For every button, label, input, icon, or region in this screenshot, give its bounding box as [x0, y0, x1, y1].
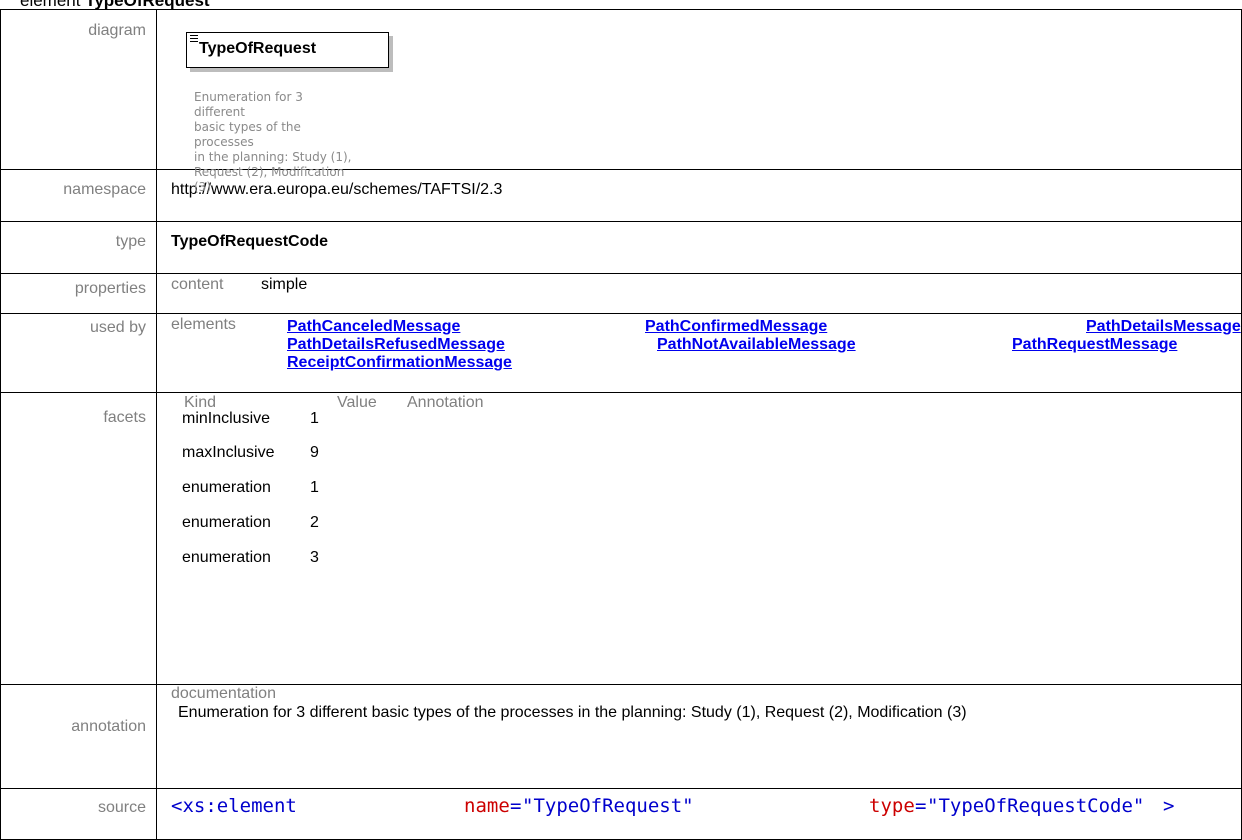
used-by-cell: elements PathCanceledMessage PathConfirm… — [156, 313, 1242, 393]
facets-row: facets Kind Value Annotation minInclusiv… — [0, 392, 1242, 685]
source-close: > — [1163, 795, 1175, 817]
source-label: source — [0, 788, 157, 840]
properties-value: simple — [261, 276, 308, 293]
properties-label: properties — [0, 273, 157, 314]
source-eq: = — [915, 795, 927, 817]
facet-value: 1 — [310, 410, 319, 427]
diagram-documentation: Enumeration for 3 different basic types … — [194, 90, 354, 195]
link-receipt-confirmation-message[interactable]: ReceiptConfirmationMessage — [287, 354, 512, 372]
link-path-request-message[interactable]: PathRequestMessage — [1012, 336, 1177, 354]
facet-kind: enumeration — [182, 479, 271, 496]
properties-row: properties content simple — [0, 273, 1242, 314]
source-tag: <xs:element — [171, 795, 297, 817]
used-by-key: elements — [171, 316, 236, 333]
diagram-doc-line: in the planning: Study (1), — [194, 150, 352, 164]
used-by-row: used by elements PathCanceledMessage Pat… — [0, 313, 1242, 393]
type-value: TypeOfRequestCode — [156, 221, 1242, 274]
facets-label: facets — [0, 392, 157, 685]
link-path-details-refused-message[interactable]: PathDetailsRefusedMessage — [287, 336, 505, 354]
diagram-element-box[interactable]: TypeOfRequest — [186, 32, 389, 68]
annotation-row: annotation documentation Enumeration for… — [0, 684, 1242, 789]
facets-header-value: Value — [337, 394, 377, 411]
diagram-cell: TypeOfRequest Enumeration for 3 differen… — [156, 9, 1242, 194]
annotation-key: documentation — [171, 685, 276, 702]
facet-kind: minInclusive — [182, 410, 271, 427]
source-cell: <xs:element name = "TypeOfRequest" type … — [156, 788, 1242, 840]
diagram-doc-line: Request (2), Modification (3) — [194, 165, 345, 194]
facet-value: 1 — [310, 479, 319, 496]
link-path-not-available-message[interactable]: PathNotAvailableMessage — [657, 336, 856, 354]
facets-cell: Kind Value Annotation minInclusive 1 max… — [156, 392, 1242, 685]
diagram-element-name: TypeOfRequest — [199, 40, 317, 57]
link-path-details-message[interactable]: PathDetailsMessage — [1086, 318, 1241, 336]
annotation-label: annotation — [0, 684, 157, 789]
source-attr-type: type — [869, 795, 915, 817]
facet-kind: enumeration — [182, 514, 271, 531]
source-val-type: "TypeOfRequestCode" — [927, 795, 1145, 817]
annotation-lines-icon — [190, 35, 198, 44]
facet-kind: enumeration — [182, 549, 271, 566]
annotation-cell: documentation Enumeration for 3 differen… — [156, 684, 1242, 789]
link-path-confirmed-message[interactable]: PathConfirmedMessage — [645, 318, 827, 336]
namespace-row: namespace http://www.era.europa.eu/schem… — [0, 169, 1242, 222]
facet-value: 3 — [310, 549, 319, 566]
source-attr-name: name — [464, 795, 510, 817]
source-row: source <xs:element name = "TypeOfRequest… — [0, 788, 1242, 840]
facets-header-annotation: Annotation — [407, 394, 484, 411]
namespace-label: namespace — [0, 169, 157, 222]
facet-value: 2 — [310, 514, 319, 531]
annotation-text: Enumeration for 3 different basic types … — [178, 704, 967, 721]
source-val-name: "TypeOfRequest" — [522, 795, 694, 817]
type-row: type TypeOfRequestCode — [0, 221, 1242, 274]
source-eq: = — [510, 795, 522, 817]
diagram-doc-line: Enumeration for 3 different — [194, 90, 303, 119]
link-path-canceled-message[interactable]: PathCanceledMessage — [287, 318, 460, 336]
diagram-row: diagram TypeOfRequest Enumeration for 3 … — [0, 9, 1242, 194]
diagram-label: diagram — [0, 9, 157, 170]
properties-cell: content simple — [156, 273, 1242, 314]
properties-key: content — [171, 276, 224, 293]
facet-kind: maxInclusive — [182, 444, 275, 461]
type-label: type — [0, 221, 157, 274]
facet-value: 9 — [310, 444, 319, 461]
diagram-doc-line: basic types of the processes — [194, 120, 301, 149]
element-doc-table: diagram TypeOfRequest Enumeration for 3 … — [0, 9, 1242, 840]
used-by-label: used by — [0, 313, 157, 393]
